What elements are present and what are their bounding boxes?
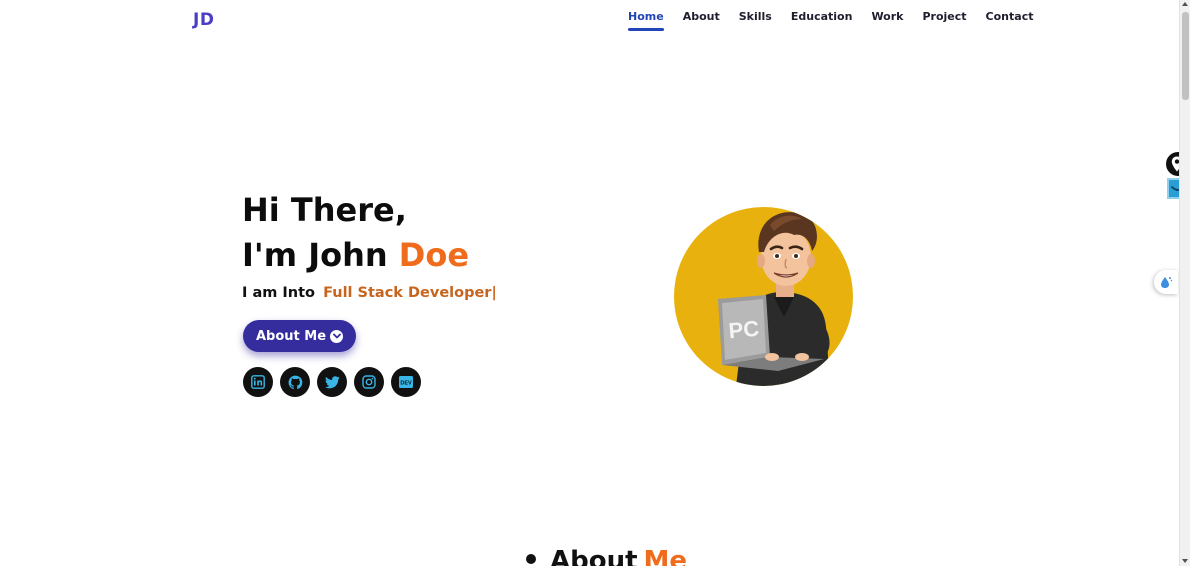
color-picker-widget[interactable] [1154,270,1178,294]
nav-work[interactable]: Work [871,10,903,31]
about-title-accent: Me [643,546,688,566]
nav-skills[interactable]: Skills [739,10,772,31]
about-me-button[interactable]: About Me [243,320,356,352]
twitter-icon[interactable] [317,367,347,397]
nav-contact[interactable]: Contact [986,10,1034,31]
hero-name: I'm John Doe [242,235,469,275]
developer-avatar: PC [674,207,853,386]
nav-about[interactable]: About [683,10,720,31]
github-icon[interactable] [280,367,310,397]
hero-typed-role: Full Stack Developer| [323,285,497,301]
nav-education[interactable]: Education [791,10,853,31]
hero-into-label: I am Into [242,285,315,301]
nav-home[interactable]: Home [628,10,664,31]
site-logo[interactable]: JD [193,10,214,30]
hero-name-accent: Doe [398,236,470,274]
scrollbar-thumb[interactable] [1182,12,1189,100]
instagram-icon[interactable] [354,367,384,397]
linkedin-icon[interactable] [243,367,273,397]
about-section-heading: About Me [522,546,687,566]
scroll-down-arrow-icon[interactable] [1182,559,1188,563]
about-me-button-label: About Me [255,328,327,344]
laptop-text: PC [727,316,760,344]
hero-role-line: I am Into Full Stack Developer| [242,285,497,301]
social-links: DEV [243,367,428,397]
hero-greeting: Hi There, [242,191,407,229]
main-nav: Home About Skills Education Work Project… [628,10,1052,31]
page-scrollbar[interactable] [1179,0,1190,566]
water-drop-icon [1161,277,1173,288]
user-icon [526,554,536,564]
site-header: JD Home About Skills Education Work Proj… [0,0,1179,40]
scroll-up-arrow-icon[interactable] [1182,2,1188,6]
dev-icon[interactable]: DEV [391,367,421,397]
svg-text:DEV: DEV [400,380,412,386]
hero-name-prefix: I'm John [242,236,399,274]
nav-project[interactable]: Project [922,10,966,31]
chevron-down-icon [330,329,344,343]
about-title: About [550,546,638,566]
